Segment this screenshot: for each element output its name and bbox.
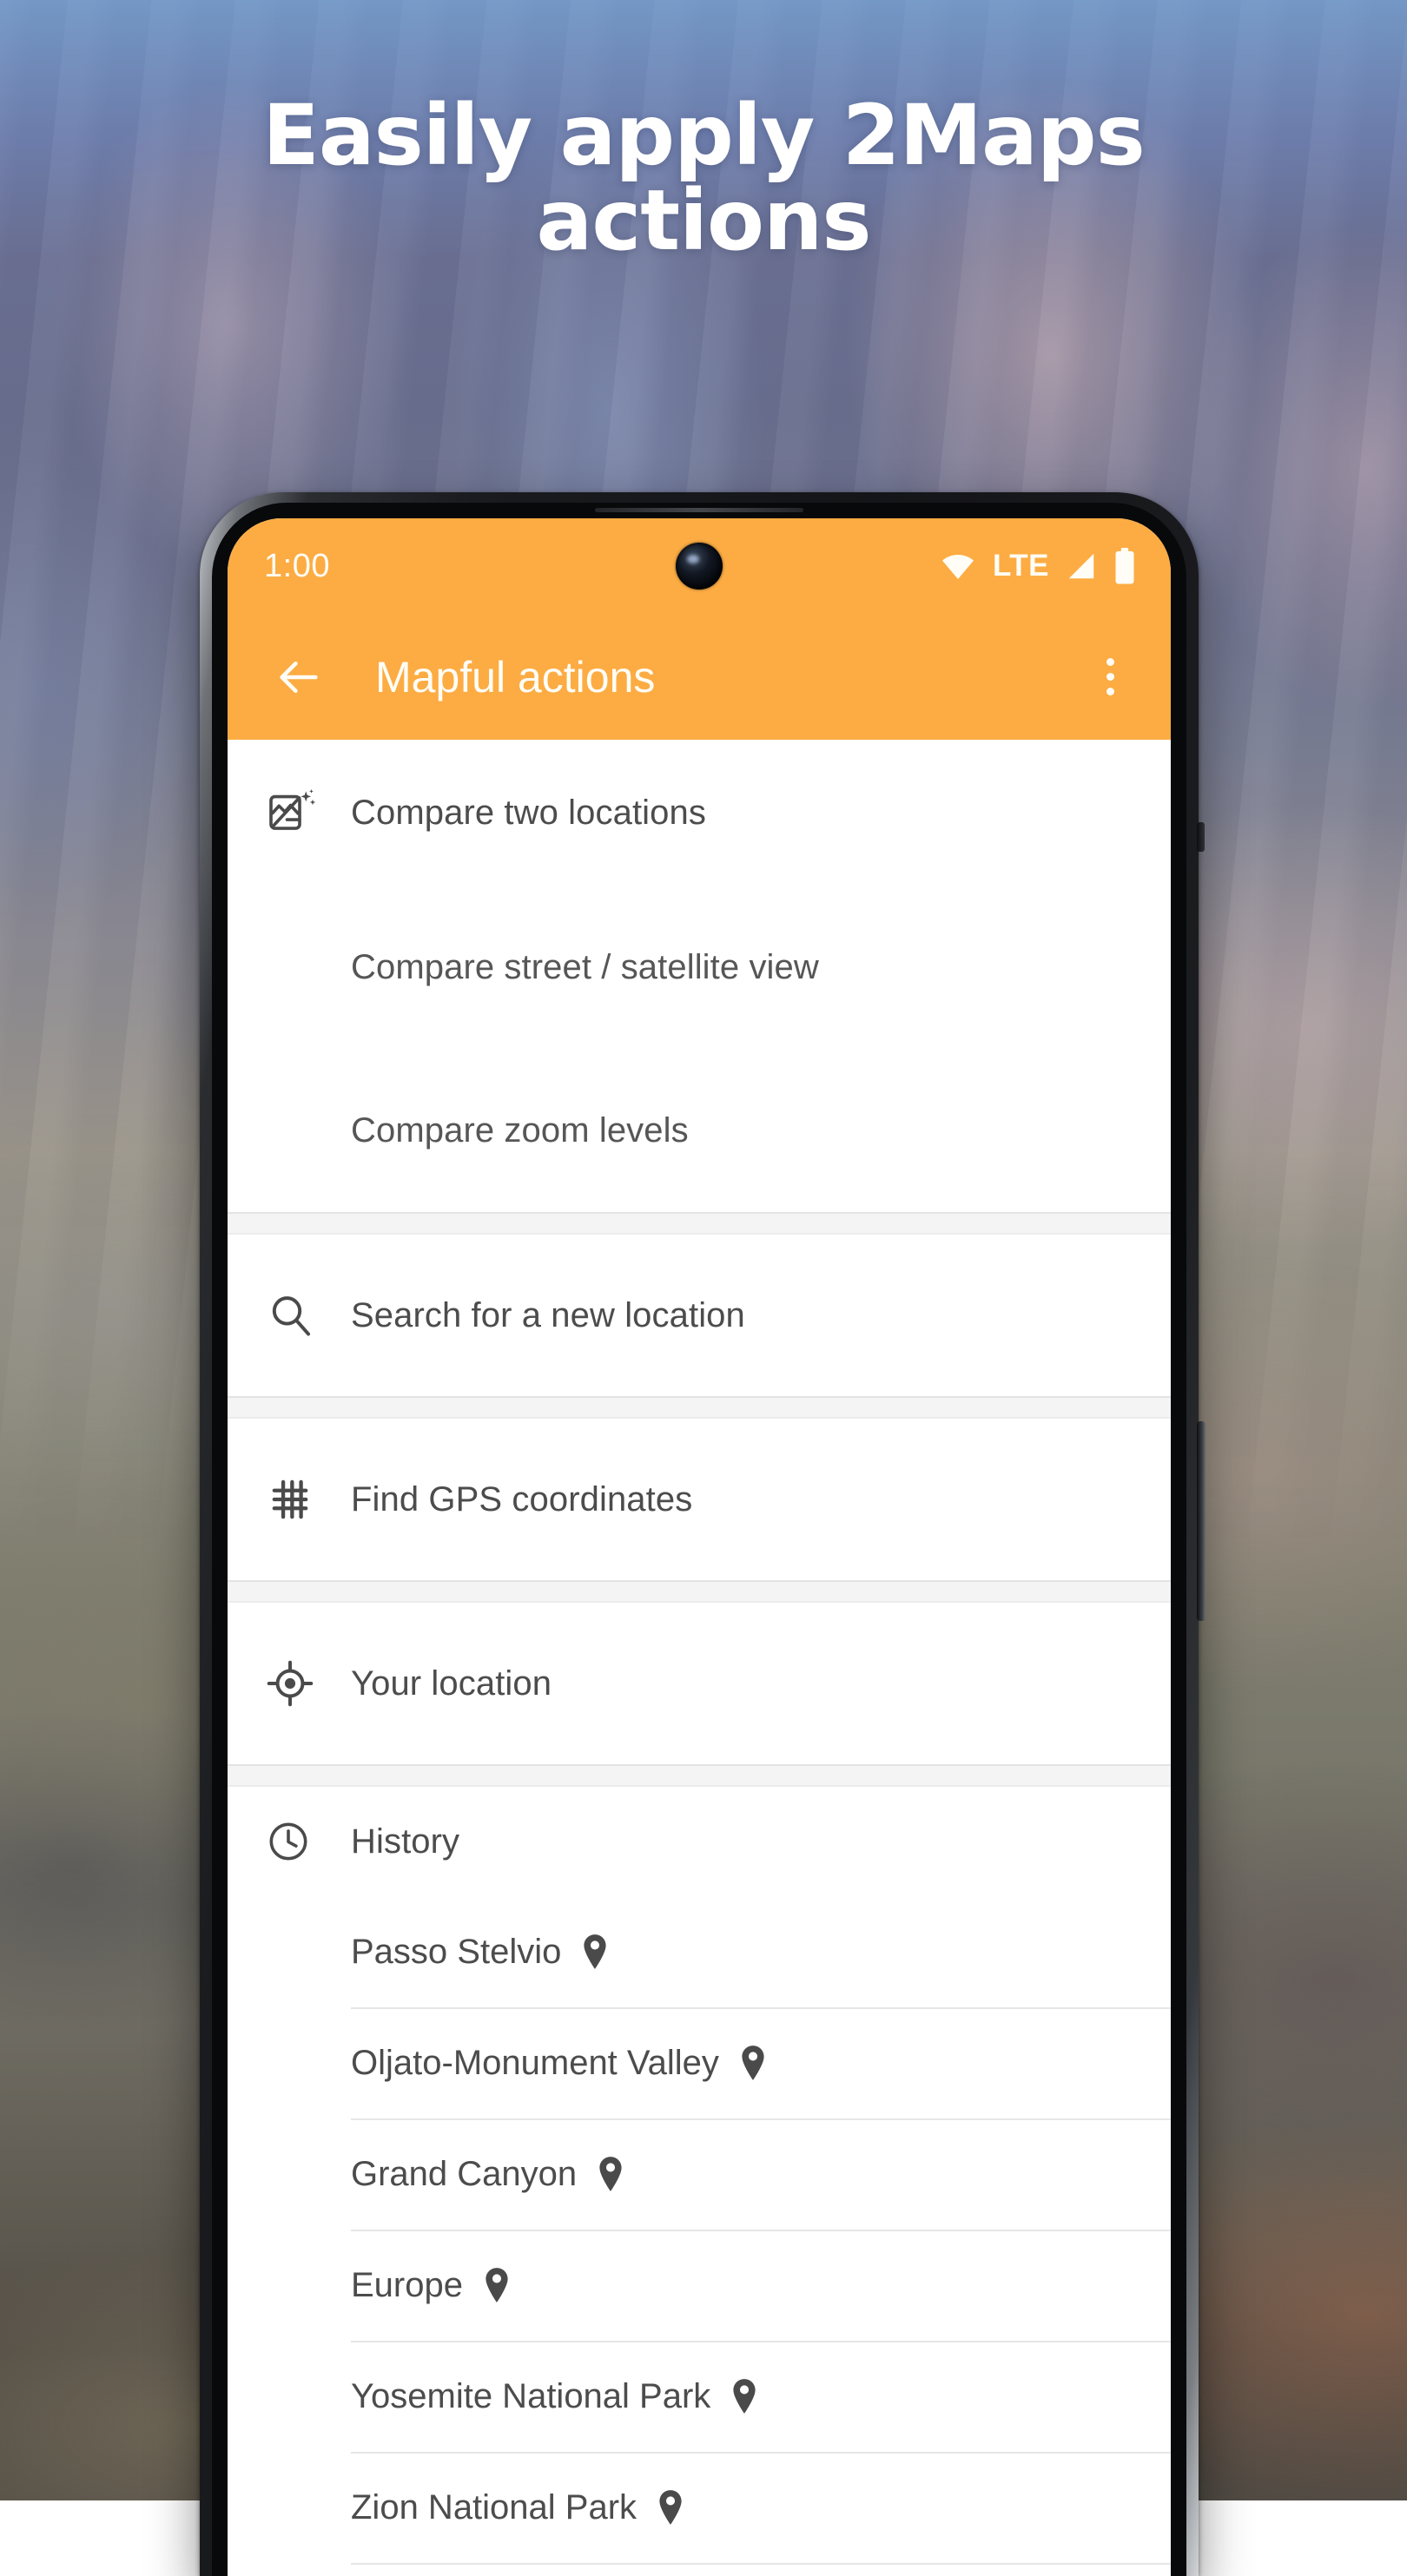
group-search: Search for a new location	[228, 1235, 1171, 1396]
section-divider	[228, 1212, 1171, 1235]
map-pin-icon	[656, 2489, 685, 2526]
group-gps: Find GPS coordinates	[228, 1419, 1171, 1580]
battery-icon	[1113, 548, 1136, 584]
volume-rocker-button[interactable]	[1197, 1421, 1206, 1621]
action-your-location[interactable]: Your location	[228, 1603, 1171, 1764]
map-pin-icon	[738, 2045, 768, 2081]
status-icon-group: LTE	[939, 548, 1136, 584]
action-find-gps-coordinates[interactable]: Find GPS coordinates	[228, 1419, 1171, 1580]
action-label: Your location	[351, 1664, 552, 1703]
grid-coordinates-icon	[266, 1475, 323, 1524]
app-bar-title: Mapful actions	[375, 652, 1079, 702]
section-divider	[228, 1764, 1171, 1787]
history-item[interactable]: Yosemite National Park	[228, 2341, 1171, 2452]
app-bar: Mapful actions	[228, 614, 1171, 740]
actions-list: Compare two locations Compare street / s…	[228, 740, 1171, 2565]
earpiece-speaker	[595, 508, 803, 512]
phone-screen: 1:00 LTE	[228, 518, 1171, 2576]
group-compare: Compare two locations Compare street / s…	[228, 740, 1171, 1212]
history-item-label: Yosemite National Park	[351, 2377, 710, 2416]
back-arrow-icon	[274, 652, 324, 702]
action-label: Find GPS coordinates	[351, 1480, 692, 1519]
action-label: Search for a new location	[351, 1296, 745, 1335]
section-divider	[228, 1580, 1171, 1603]
group-your-location: Your location	[228, 1603, 1171, 1764]
history-item-label: Grand Canyon	[351, 2155, 577, 2194]
history-item[interactable]: Passo Stelvio	[228, 1896, 1171, 2007]
map-pin-icon	[596, 2156, 625, 2192]
history-item-label: Oljato-Monument Valley	[351, 2044, 719, 2083]
action-label: Compare two locations	[351, 794, 706, 833]
phone-mockup: 1:00 LTE	[200, 492, 1199, 2576]
front-camera-punch-hole	[676, 543, 723, 590]
action-compare-two-locations[interactable]: Compare two locations	[228, 740, 1171, 886]
action-compare-street-satellite[interactable]: Compare street / satellite view	[228, 886, 1171, 1049]
search-icon	[266, 1291, 323, 1340]
more-vertical-icon	[1106, 658, 1114, 695]
overflow-menu-button[interactable]	[1079, 646, 1141, 708]
signal-icon	[1065, 550, 1098, 583]
group-history: History Passo Stelvio Oljato-Monument Va…	[228, 1787, 1171, 2565]
action-compare-zoom-levels[interactable]: Compare zoom levels	[228, 1049, 1171, 1212]
section-divider	[228, 1396, 1171, 1419]
history-item[interactable]: Grand Canyon	[228, 2118, 1171, 2230]
power-button[interactable]	[1197, 822, 1205, 852]
map-pin-icon	[730, 2378, 759, 2415]
history-header: History	[228, 1787, 1171, 1896]
status-clock: 1:00	[264, 548, 330, 585]
action-label: Compare street / satellite view	[351, 948, 819, 987]
history-item[interactable]: Oljato-Monument Valley	[228, 2007, 1171, 2118]
history-item[interactable]: Europe	[228, 2230, 1171, 2341]
map-pin-icon	[580, 1934, 610, 1970]
network-type-label: LTE	[993, 549, 1049, 583]
history-item[interactable]: Zion National Park	[228, 2452, 1171, 2563]
back-button[interactable]	[268, 646, 330, 708]
map-pin-icon	[482, 2267, 512, 2303]
history-item-label: Europe	[351, 2266, 463, 2305]
my-location-icon	[266, 1659, 323, 1708]
history-item-label: Passo Stelvio	[351, 1933, 561, 1972]
history-bottom-divider	[351, 2563, 1171, 2565]
wifi-icon	[939, 549, 977, 583]
action-search-new-location[interactable]: Search for a new location	[228, 1235, 1171, 1396]
promo-headline: Easily apply 2Maps actions	[0, 94, 1407, 264]
compare-images-sparkle-icon	[266, 787, 323, 839]
history-title: History	[351, 1822, 459, 1861]
clock-icon	[266, 1819, 323, 1864]
action-label: Compare zoom levels	[351, 1111, 689, 1150]
history-item-label: Zion National Park	[351, 2488, 637, 2527]
status-bar: 1:00 LTE	[228, 518, 1171, 614]
